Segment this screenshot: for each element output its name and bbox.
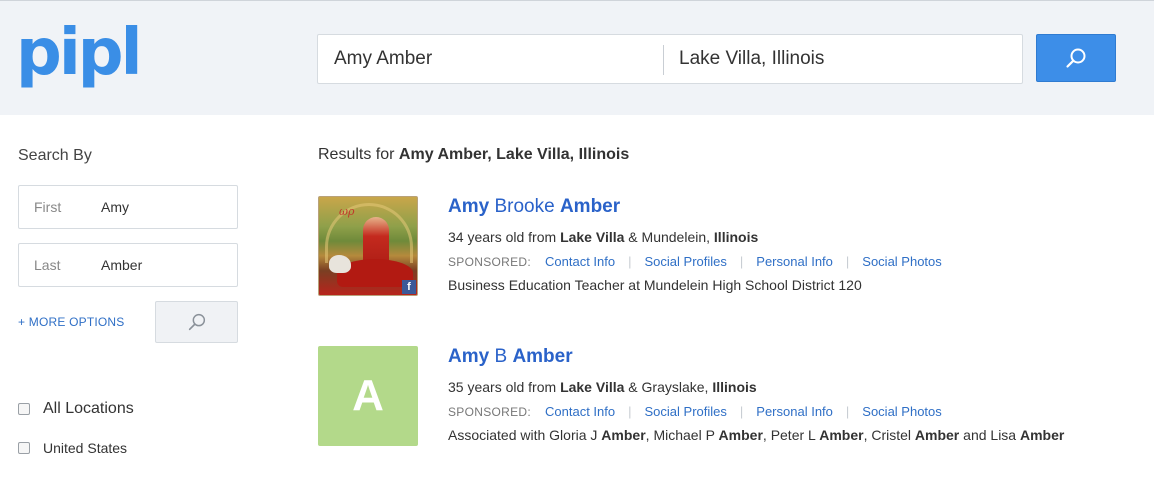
result-detail: Business Education Teacher at Mundelein … xyxy=(448,277,862,293)
results-prefix: Results for xyxy=(318,146,399,163)
photo-wolf xyxy=(329,255,351,273)
sponsored-label: SPONSORED: xyxy=(448,404,532,419)
separator: | xyxy=(628,254,632,269)
assoc-sep: , xyxy=(762,427,767,443)
result-age-location: 34 years old from Lake Villa & Mundelein… xyxy=(448,229,758,245)
city-secondary: Grayslake, xyxy=(641,379,709,395)
separator: | xyxy=(628,404,632,419)
social-photos-link[interactable]: Social Photos xyxy=(862,254,942,269)
name-first: Amy xyxy=(448,346,490,367)
all-locations-checkbox[interactable] xyxy=(18,403,30,415)
name-last: Amber xyxy=(559,196,621,217)
search-box xyxy=(317,34,1023,84)
age-text: 34 years old from xyxy=(448,229,557,245)
result-associations: Associated with Gloria J Amber, Michael … xyxy=(448,427,1064,443)
state: Illinois xyxy=(713,229,759,245)
contact-info-link[interactable]: Contact Info xyxy=(545,404,615,419)
city-primary: Lake Villa xyxy=(560,229,625,245)
search-icon xyxy=(1066,48,1086,68)
first-name-input[interactable] xyxy=(101,186,231,228)
separator: | xyxy=(739,254,744,269)
search-by-title: Search By xyxy=(18,147,92,164)
assoc-last: Amber xyxy=(914,427,960,443)
city-secondary: Mundelein, xyxy=(641,229,711,245)
name-last: Amber xyxy=(512,346,573,367)
assoc-prefix: Associated with xyxy=(448,427,546,443)
sidebar-search-button[interactable] xyxy=(155,301,238,343)
search-icon xyxy=(188,313,205,331)
search-button[interactable] xyxy=(1036,34,1116,82)
result-age-location: 35 years old from Lake Villa & Grayslake… xyxy=(448,379,757,395)
state: Illinois xyxy=(712,379,757,395)
assoc-sep: , xyxy=(863,427,868,443)
search-name-input[interactable] xyxy=(334,35,654,83)
name-middle: Brooke xyxy=(494,196,555,217)
sponsored-label: SPONSORED: xyxy=(448,254,532,269)
search-divider xyxy=(663,45,664,75)
assoc-first: Peter L xyxy=(770,427,816,443)
united-states-label: United States xyxy=(43,440,128,456)
last-name-field[interactable]: Last xyxy=(18,243,238,287)
separator: | xyxy=(845,254,850,269)
social-photos-link[interactable]: Social Photos xyxy=(862,404,942,419)
assoc-sep: and xyxy=(959,427,987,443)
name-first: Amy xyxy=(448,196,490,217)
first-name-field[interactable]: First xyxy=(18,185,238,229)
result-name-link[interactable]: Amy B Amber xyxy=(448,346,573,368)
separator: | xyxy=(845,404,850,419)
assoc-last: Amber xyxy=(718,427,763,443)
united-states-checkbox[interactable] xyxy=(18,442,30,454)
contact-info-link[interactable]: Contact Info xyxy=(545,254,615,269)
name-middle: B xyxy=(494,346,508,367)
sponsored-links: SPONSORED: Contact Info | Social Profiles… xyxy=(448,404,942,419)
all-locations-label: All Locations xyxy=(43,400,134,417)
personal-info-link[interactable]: Personal Info xyxy=(756,254,833,269)
search-location-input[interactable] xyxy=(679,35,999,83)
separator: | xyxy=(739,404,744,419)
results-header: Results for Amy Amber, Lake Villa, Illin… xyxy=(318,146,629,164)
assoc-first: Gloria J xyxy=(549,427,598,443)
result-avatar-letter[interactable]: A xyxy=(318,346,418,446)
facebook-icon: f xyxy=(402,280,416,294)
first-name-label: First xyxy=(34,199,62,215)
joiner: & xyxy=(628,379,638,395)
assoc-last: Amber xyxy=(819,427,864,443)
social-profiles-link[interactable]: Social Profiles xyxy=(645,404,727,419)
age-text: 35 years old from xyxy=(448,379,557,395)
last-name-label: Last xyxy=(34,257,61,273)
joiner: & xyxy=(628,229,638,245)
last-name-input[interactable] xyxy=(101,244,231,286)
more-options-link[interactable]: + MORE OPTIONS xyxy=(18,315,124,329)
assoc-first: Cristel xyxy=(871,427,912,443)
sponsored-links: SPONSORED: Contact Info | Social Profiles… xyxy=(448,254,942,269)
top-bar: pipl xyxy=(0,0,1154,115)
results-query: Amy Amber, Lake Villa, Illinois xyxy=(398,146,630,163)
city-primary: Lake Villa xyxy=(560,379,625,395)
photo-signature: ωρ xyxy=(339,205,355,218)
assoc-sep: , xyxy=(645,427,650,443)
result-photo[interactable]: ωρ f xyxy=(318,196,418,296)
location-option-all[interactable]: All Locations xyxy=(18,400,134,418)
personal-info-link[interactable]: Personal Info xyxy=(756,404,833,419)
assoc-last: Amber xyxy=(1019,427,1065,443)
location-option-us[interactable]: United States xyxy=(18,440,127,456)
result-name-link[interactable]: Amy Brooke Amber xyxy=(448,196,620,218)
assoc-last: Amber xyxy=(601,427,646,443)
assoc-first: Michael P xyxy=(653,427,715,443)
assoc-first: Lisa xyxy=(990,427,1017,443)
pipl-logo[interactable]: pipl xyxy=(16,21,142,85)
social-profiles-link[interactable]: Social Profiles xyxy=(645,254,727,269)
